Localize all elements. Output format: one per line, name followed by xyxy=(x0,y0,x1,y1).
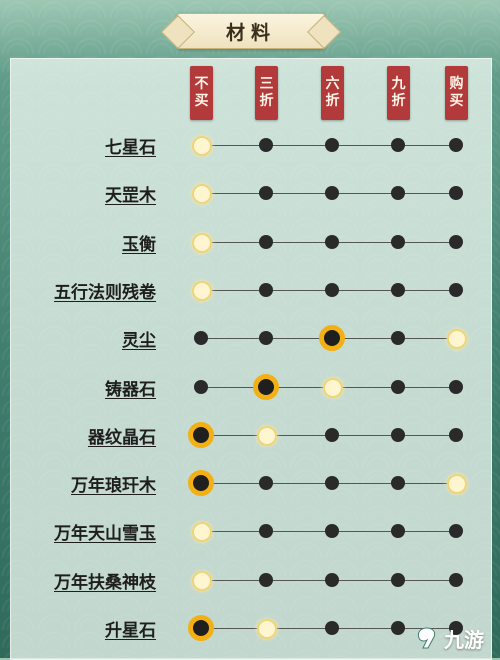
material-label: 玉衡 xyxy=(122,235,156,255)
option-dot-dark[interactable] xyxy=(325,283,339,297)
option-dot-dark[interactable] xyxy=(391,283,405,297)
option-dot-dark[interactable] xyxy=(391,331,405,345)
option-dot-dark[interactable] xyxy=(259,524,273,538)
option-dot-dark[interactable] xyxy=(449,186,463,200)
material-label: 万年扶桑神枝 xyxy=(54,573,156,593)
option-dot-dark[interactable] xyxy=(259,573,273,587)
watermark: 九游 xyxy=(414,623,484,653)
option-dot-dark[interactable] xyxy=(259,186,273,200)
option-dot-dark[interactable] xyxy=(325,138,339,152)
column-header-4: 购买 xyxy=(445,66,468,120)
column-header-bottom: 折 xyxy=(259,93,274,109)
column-header-2: 六折 xyxy=(321,66,344,120)
option-dot-dark[interactable] xyxy=(449,573,463,587)
column-header-bottom: 折 xyxy=(391,93,406,109)
option-dot-dark[interactable] xyxy=(259,138,273,152)
column-header-bottom: 折 xyxy=(325,93,340,109)
option-dot-dark[interactable] xyxy=(449,235,463,249)
material-label: 七星石 xyxy=(105,138,156,158)
option-dot-dark[interactable] xyxy=(259,476,273,490)
option-dot-dark[interactable] xyxy=(259,235,273,249)
column-header-top: 不 xyxy=(194,76,209,92)
column-header-top: 六 xyxy=(325,76,340,92)
option-dot-dark[interactable] xyxy=(391,138,405,152)
option-dot-dark[interactable] xyxy=(449,138,463,152)
option-dot-dark[interactable] xyxy=(259,331,273,345)
option-dot-light[interactable] xyxy=(447,329,467,349)
option-dot-dark[interactable] xyxy=(391,476,405,490)
option-dot-dark[interactable] xyxy=(325,621,339,635)
swirl-logo-icon xyxy=(417,627,436,649)
column-header-top: 九 xyxy=(391,76,406,92)
column-header-top: 三 xyxy=(259,76,274,92)
option-dot-selected[interactable] xyxy=(188,470,214,496)
option-dot-light[interactable] xyxy=(192,136,212,156)
page-title: 材料 xyxy=(225,21,276,44)
option-dot-dark[interactable] xyxy=(449,524,463,538)
watermark-text: 九游 xyxy=(444,627,484,652)
material-label: 五行法则残卷 xyxy=(54,283,156,303)
option-dot-dark[interactable] xyxy=(325,235,339,249)
option-dot-light[interactable] xyxy=(192,233,212,253)
material-label: 万年天山雪玉 xyxy=(54,524,156,544)
material-label: 灵尘 xyxy=(122,331,156,351)
option-dot-light[interactable] xyxy=(192,281,212,301)
option-dot-dark[interactable] xyxy=(391,186,405,200)
option-dot-light[interactable] xyxy=(192,522,212,542)
option-dot-dark[interactable] xyxy=(391,380,405,394)
option-dot-dark[interactable] xyxy=(325,524,339,538)
option-dot-dark[interactable] xyxy=(259,283,273,297)
column-header-1: 三折 xyxy=(255,66,278,120)
option-dot-light[interactable] xyxy=(447,474,467,494)
option-dot-selected[interactable] xyxy=(319,325,345,351)
column-header-bottom: 买 xyxy=(194,93,209,109)
option-dot-dark[interactable] xyxy=(449,380,463,394)
option-dot-dark[interactable] xyxy=(325,476,339,490)
column-header-top: 购 xyxy=(449,76,464,92)
option-dot-dark[interactable] xyxy=(391,524,405,538)
option-dot-dark[interactable] xyxy=(449,283,463,297)
option-dot-dark[interactable] xyxy=(391,621,405,635)
option-dot-selected[interactable] xyxy=(188,615,214,641)
option-dot-dark[interactable] xyxy=(325,186,339,200)
title-banner: 材料 xyxy=(177,13,325,49)
option-dot-dark[interactable] xyxy=(449,428,463,442)
material-label: 万年琅玕木 xyxy=(71,476,156,496)
column-header-bottom: 买 xyxy=(449,93,464,109)
option-dot-dark[interactable] xyxy=(325,573,339,587)
option-dot-selected[interactable] xyxy=(253,374,279,400)
option-dot-light[interactable] xyxy=(257,619,277,639)
material-label: 铸器石 xyxy=(105,380,156,400)
option-dot-light[interactable] xyxy=(257,426,277,446)
column-header-3: 九折 xyxy=(387,66,410,120)
column-header-0: 不买 xyxy=(190,66,213,120)
option-dot-dark[interactable] xyxy=(194,331,208,345)
option-dot-light[interactable] xyxy=(192,571,212,591)
option-dot-light[interactable] xyxy=(192,184,212,204)
material-label: 天罡木 xyxy=(105,186,156,206)
option-dot-dark[interactable] xyxy=(194,380,208,394)
material-label: 升星石 xyxy=(105,621,156,641)
option-dot-dark[interactable] xyxy=(391,428,405,442)
option-dot-selected[interactable] xyxy=(188,422,214,448)
option-dot-dark[interactable] xyxy=(391,235,405,249)
option-dot-dark[interactable] xyxy=(325,428,339,442)
option-dot-light[interactable] xyxy=(323,378,343,398)
option-dot-dark[interactable] xyxy=(391,573,405,587)
material-label: 器纹晶石 xyxy=(88,428,156,448)
